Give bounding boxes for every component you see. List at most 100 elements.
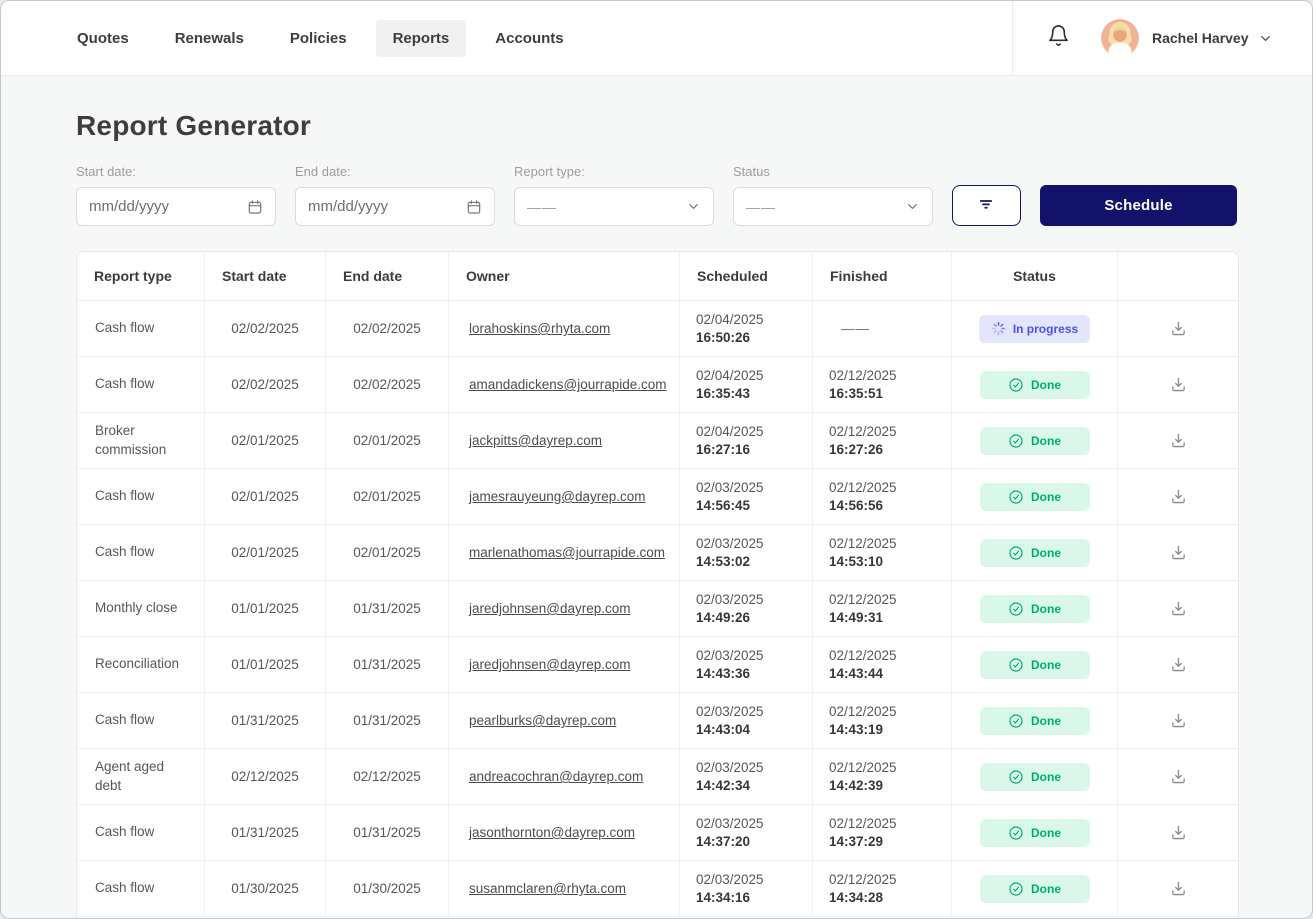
owner-link[interactable]: pearlburks@dayrep.com: [469, 713, 616, 728]
owner-link[interactable]: jaredjohnsen@dayrep.com: [469, 601, 631, 616]
scheduled-cell: 02/03/2025 14:34:16: [680, 861, 813, 916]
download-button[interactable]: [1164, 651, 1192, 679]
report-type-cell: Monthly close: [77, 581, 205, 636]
download-button[interactable]: [1164, 707, 1192, 735]
owner-link[interactable]: jaredjohnsen@dayrep.com: [469, 657, 631, 672]
actions-cell: [1118, 357, 1238, 412]
report-type-cell: Cash flow: [77, 525, 205, 580]
status-label: Status: [733, 164, 770, 179]
filter-button[interactable]: [952, 185, 1021, 226]
status-label: Done: [1031, 601, 1061, 616]
end-date-cell: 02/01/2025: [326, 525, 449, 580]
owner-link[interactable]: jasonthornton@dayrep.com: [469, 825, 635, 840]
owner-link[interactable]: andreacochran@dayrep.com: [469, 769, 643, 784]
table-row: Reconciliation 01/01/2025 01/31/2025 jaredj…: [77, 637, 1238, 693]
end-date-input[interactable]: [308, 198, 458, 215]
column-header-owner: Owner: [449, 252, 680, 300]
status-badge: In progress: [978, 314, 1091, 343]
download-button[interactable]: [1164, 875, 1192, 903]
filter-report-type: Report type: ——: [514, 164, 714, 226]
start-date-cell: 01/30/2025: [205, 861, 326, 916]
download-button[interactable]: [1164, 539, 1192, 567]
check-circle-icon: [1008, 769, 1024, 785]
download-button[interactable]: [1164, 315, 1192, 343]
finished-cell: 02/12/2025 14:43:44: [813, 637, 952, 692]
download-button[interactable]: [1164, 763, 1192, 791]
end-date-cell: 02/02/2025: [326, 301, 449, 356]
owner-cell: susanmclaren@rhyta.com: [449, 861, 680, 916]
status-cell: Done: [952, 581, 1118, 636]
owner-link[interactable]: lorahoskins@rhyta.com: [469, 321, 610, 336]
nav-item-renewals[interactable]: Renewals: [158, 20, 261, 57]
report-type-cell: Cash flow: [77, 861, 205, 916]
actions-cell: [1118, 637, 1238, 692]
finished-cell: 02/12/2025 16:35:51: [813, 357, 952, 412]
status-cell: In progress: [952, 301, 1118, 356]
owner-cell: amandadickens@jourrapide.com: [449, 357, 680, 412]
download-icon: [1170, 544, 1187, 561]
finished-cell: 02/12/2025 14:34:28: [813, 861, 952, 916]
nav-item-quotes[interactable]: Quotes: [60, 20, 146, 57]
actions-cell: [1118, 581, 1238, 636]
scheduled-cell: 02/04/2025 16:50:26: [680, 301, 813, 356]
chevron-down-icon: [686, 199, 701, 214]
table-row: Cash flow 01/31/2025 01/31/2025 pearlburks@…: [77, 693, 1238, 749]
finished-cell: ——: [813, 301, 952, 356]
end-date-cell: 01/31/2025: [326, 805, 449, 860]
download-icon: [1170, 768, 1187, 785]
column-header-actions: [1118, 252, 1238, 300]
table-row: Agent aged debt 02/12/2025 02/12/2025 andre…: [77, 749, 1238, 805]
end-date-cell: 02/02/2025: [326, 357, 449, 412]
user-menu[interactable]: Rachel Harvey: [1101, 19, 1273, 57]
nav-item-policies[interactable]: Policies: [273, 20, 364, 57]
owner-link[interactable]: marlenathomas@jourrapide.com: [469, 545, 665, 560]
schedule-button[interactable]: Schedule: [1039, 185, 1237, 226]
download-button[interactable]: [1164, 819, 1192, 847]
column-header-finished: Finished: [813, 252, 952, 300]
end-date-cell: 01/31/2025: [326, 581, 449, 636]
empty-value: ——: [841, 321, 870, 336]
report-type-cell: Broker commission: [77, 413, 205, 468]
report-type-cell: Cash flow: [77, 693, 205, 748]
report-type-select[interactable]: ——: [514, 187, 714, 226]
report-type-cell: Cash flow: [77, 469, 205, 524]
owner-link[interactable]: amandadickens@jourrapide.com: [469, 377, 667, 392]
table-body: Cash flow 02/02/2025 02/02/2025 lorahoskins…: [77, 301, 1238, 917]
status-select[interactable]: ——: [733, 187, 933, 226]
app-window: Quotes Renewals Policies Reports Accounts: [0, 0, 1313, 919]
owner-cell: marlenathomas@jourrapide.com: [449, 525, 680, 580]
download-icon: [1170, 488, 1187, 505]
scheduled-cell: 02/04/2025 16:35:43: [680, 357, 813, 412]
finished-cell: 02/12/2025 14:43:19: [813, 693, 952, 748]
owner-link[interactable]: jackpitts@dayrep.com: [469, 433, 602, 448]
notifications-button[interactable]: [1045, 25, 1071, 51]
filter-end-date: End date:: [295, 164, 495, 226]
start-date-cell: 01/01/2025: [205, 637, 326, 692]
end-date-cell: 01/31/2025: [326, 637, 449, 692]
download-button[interactable]: [1164, 427, 1192, 455]
nav-item-reports[interactable]: Reports: [375, 19, 467, 57]
start-date-input[interactable]: [89, 198, 239, 215]
calendar-icon[interactable]: [247, 199, 263, 215]
download-button[interactable]: [1164, 483, 1192, 511]
finished-cell: 02/12/2025 14:49:31: [813, 581, 952, 636]
finished-cell: 02/12/2025 14:42:39: [813, 749, 952, 804]
download-button[interactable]: [1164, 371, 1192, 399]
report-type-cell: Cash flow: [77, 301, 205, 356]
finished-cell: 02/12/2025 14:37:29: [813, 805, 952, 860]
table-row: Cash flow 02/02/2025 02/02/2025 amandadicke…: [77, 357, 1238, 413]
download-icon: [1170, 320, 1187, 337]
download-icon: [1170, 432, 1187, 449]
calendar-icon[interactable]: [466, 199, 482, 215]
status-badge: Done: [979, 874, 1090, 903]
column-header-report-type: Report type: [77, 252, 205, 300]
owner-link[interactable]: jamesrauyeung@dayrep.com: [469, 489, 646, 504]
actions-cell: [1118, 469, 1238, 524]
start-date-cell: 02/01/2025: [205, 413, 326, 468]
actions-cell: [1118, 525, 1238, 580]
owner-link[interactable]: susanmclaren@rhyta.com: [469, 881, 626, 896]
start-date-cell: 01/31/2025: [205, 693, 326, 748]
download-button[interactable]: [1164, 595, 1192, 623]
download-icon: [1170, 824, 1187, 841]
nav-item-accounts[interactable]: Accounts: [478, 20, 580, 57]
